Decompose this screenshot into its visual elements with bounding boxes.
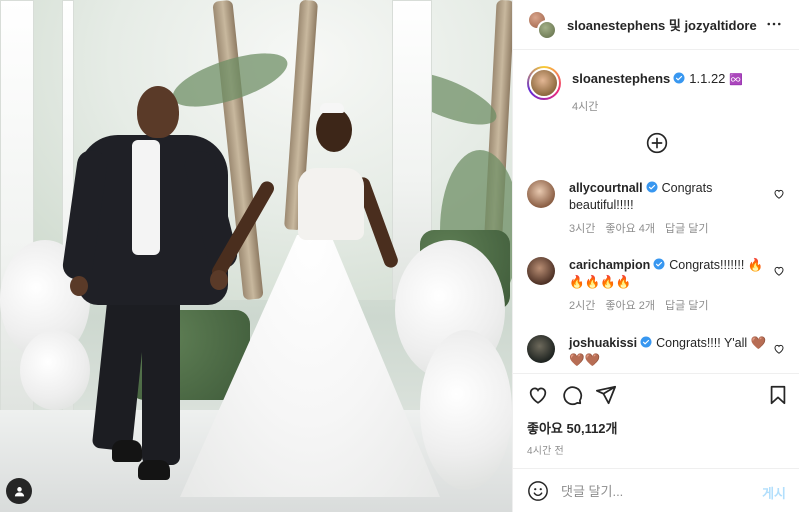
verified-icon bbox=[673, 72, 685, 84]
emoji-icon[interactable] bbox=[527, 480, 549, 502]
bride-head bbox=[316, 108, 352, 152]
more-options-button[interactable] bbox=[764, 14, 784, 34]
comment-meta: 3시간 좋아요 4개 답글 달기 bbox=[569, 220, 797, 236]
comment-username[interactable]: allycourtnall bbox=[569, 181, 643, 195]
post-photo[interactable] bbox=[0, 0, 512, 512]
post-caption: sloanestephens 1.1.22 ♾️ 4시간 bbox=[527, 66, 787, 114]
avatar[interactable] bbox=[527, 66, 561, 100]
reply-button[interactable]: 답글 달기 bbox=[665, 297, 709, 313]
comment-timestamp[interactable]: 3시간 bbox=[569, 220, 595, 236]
caption-timestamp[interactable]: 4시간 bbox=[572, 98, 787, 114]
caption-text: sloanestephens 1.1.22 ♾️ bbox=[572, 71, 743, 86]
groom-shoe bbox=[112, 440, 142, 462]
send-icon[interactable] bbox=[595, 384, 617, 406]
avatar[interactable] bbox=[527, 257, 555, 285]
verified-icon bbox=[653, 258, 665, 270]
avatar[interactable] bbox=[527, 335, 555, 363]
heart-icon[interactable] bbox=[773, 343, 785, 355]
likes-count[interactable]: 좋아요 50,112개 bbox=[527, 418, 618, 437]
comment-text: joshuakissi Congrats!!!! Y'all 🤎🤎🤎 bbox=[569, 335, 769, 369]
caption-username[interactable]: sloanestephens bbox=[572, 71, 670, 86]
verified-icon bbox=[646, 181, 658, 193]
groom-leg bbox=[142, 290, 180, 465]
comment-likes[interactable]: 좋아요 4개 bbox=[605, 220, 655, 236]
verified-icon bbox=[640, 336, 652, 348]
post-sidebar: sloanestephens 및 jozyaltidore sloanestep… bbox=[512, 0, 799, 512]
dress-bodice bbox=[298, 168, 364, 240]
post-comment-button[interactable]: 게시 bbox=[762, 483, 786, 502]
reply-button[interactable]: 답글 달기 bbox=[665, 220, 709, 236]
comment-form: 게시 bbox=[513, 470, 799, 512]
comment-item: allycourtnall Congrats beautiful!!!!! 3시간… bbox=[527, 180, 797, 236]
flower-arrangement bbox=[20, 330, 90, 410]
plus-circle-icon[interactable] bbox=[646, 132, 668, 154]
comment-item: carichampion Congrats!!!!!!! 🔥🔥🔥🔥🔥 2시간 좋아… bbox=[527, 257, 797, 313]
comment-username[interactable]: carichampion bbox=[569, 258, 650, 272]
post-timestamp[interactable]: 4시간 전 bbox=[527, 442, 564, 457]
infinity-emoji: ♾️ bbox=[729, 74, 743, 86]
heart-icon[interactable] bbox=[773, 265, 785, 277]
comment-input[interactable] bbox=[561, 483, 751, 499]
groom-shirt bbox=[132, 140, 160, 255]
comment-timestamp[interactable]: 2시간 bbox=[569, 297, 595, 313]
avatar[interactable] bbox=[527, 180, 555, 208]
avatar bbox=[537, 19, 557, 40]
groom-shoe bbox=[138, 460, 170, 480]
divider bbox=[513, 468, 799, 469]
comment-icon[interactable] bbox=[561, 384, 583, 406]
comment-username[interactable]: joshuakissi bbox=[569, 336, 637, 350]
divider bbox=[513, 373, 799, 374]
post-header: sloanestephens 및 jozyaltidore bbox=[513, 0, 799, 50]
joined-hands bbox=[210, 270, 228, 290]
user-icon bbox=[14, 486, 24, 496]
caption-body: 1.1.22 bbox=[689, 71, 726, 86]
heart-icon[interactable] bbox=[773, 188, 785, 200]
comment-item: joshuakissi Congrats!!!! Y'all 🤎🤎🤎 bbox=[527, 335, 797, 369]
heart-icon[interactable] bbox=[527, 384, 549, 406]
comment-text: allycourtnall Congrats beautiful!!!!! bbox=[569, 180, 769, 214]
flower-arrangement bbox=[420, 330, 512, 490]
comment-likes[interactable]: 좋아요 2개 bbox=[605, 297, 655, 313]
collab-avatars[interactable] bbox=[527, 9, 557, 40]
post-authors[interactable]: sloanestephens 및 jozyaltidore bbox=[567, 15, 757, 34]
groom-hand bbox=[70, 276, 88, 296]
comment-meta: 2시간 좋아요 2개 답글 달기 bbox=[569, 297, 797, 313]
groom-head bbox=[137, 86, 179, 138]
more-horizontal-icon bbox=[767, 22, 781, 26]
comment-text: carichampion Congrats!!!!!!! 🔥🔥🔥🔥🔥 bbox=[569, 257, 769, 291]
post-actions bbox=[527, 384, 789, 408]
bookmark-icon[interactable] bbox=[767, 384, 789, 406]
tagged-people-button[interactable] bbox=[6, 478, 32, 504]
tiara bbox=[320, 103, 344, 113]
